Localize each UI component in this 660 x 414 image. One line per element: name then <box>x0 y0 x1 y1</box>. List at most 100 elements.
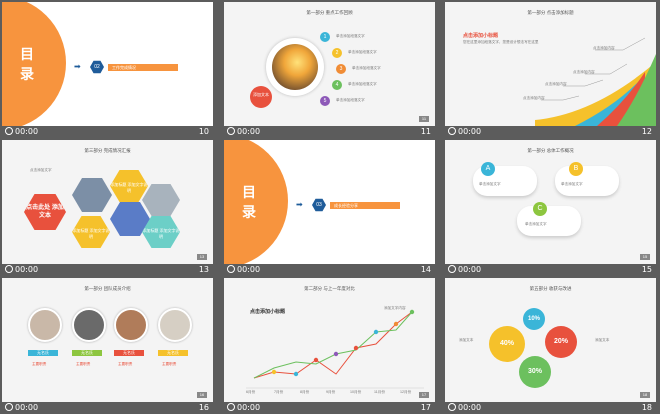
orange-half-circle <box>2 2 66 126</box>
point-label: 添加文字内容 <box>384 306 406 310</box>
thumb-12[interactable]: 第一部分 点击添加标题 点击添加小标题 您在这里添加段落文字，您是设计想法写在这… <box>445 2 656 138</box>
slide-number: 12 <box>641 127 652 136</box>
caption: 00:00 11 <box>224 126 435 138</box>
slide-number: 10 <box>198 127 209 136</box>
time-label: 00:00 <box>458 265 482 274</box>
slide-preview: 第五部分 收获与改进 10% 40% 20% 30% 添加文本 添加文本 18 <box>445 278 656 402</box>
thumb-14[interactable]: 目 录 ➡ 03 成长经验分享 00:00 14 <box>224 140 435 276</box>
slide-preview: 目 录 ➡ 03 成长经验分享 <box>224 140 435 264</box>
month-6: 6月份 <box>246 390 256 394</box>
point-5 <box>353 345 359 351</box>
toc-char-2: 录 <box>20 66 34 82</box>
slide-number: 18 <box>641 403 652 412</box>
toc-char-1: 目 <box>20 46 34 62</box>
growth-chart <box>535 37 656 126</box>
step-text-4: 单击添加段落文字 <box>348 82 377 86</box>
role-4: 主要职责 <box>162 362 177 366</box>
role-2: 主要职责 <box>76 362 91 366</box>
time-label: 00:00 <box>15 403 39 412</box>
sub-label: 点击添加文字 <box>30 168 52 172</box>
chart-label-1: 点击添加内容 <box>593 46 615 50</box>
slide-title: 第五部分 收获与改进 <box>529 286 572 291</box>
avatar-4 <box>158 308 192 342</box>
letter-c: C <box>533 202 547 216</box>
page-tag: 11 <box>419 116 429 122</box>
clock-icon <box>5 127 13 135</box>
slide-title: 第一部分 总体工作概况 <box>527 148 574 153</box>
circle-bottom: 30% <box>519 356 551 388</box>
photo-hexagon-1 <box>72 178 112 212</box>
letter-a: A <box>481 162 495 176</box>
name-pill-1: 无名氏 <box>28 350 58 356</box>
time-label: 00:00 <box>237 403 261 412</box>
chart-label-4: 点击添加内容 <box>523 96 545 100</box>
slide-preview: 第三部分 完成情况汇报 点击添加文字 点击此处 添加文本 添加标题 添加文字说明… <box>2 140 213 264</box>
line-chart <box>246 309 424 389</box>
cloud-card-c <box>517 206 581 236</box>
yellow-hexagon: 添加标题 添加文字说明 <box>110 170 148 202</box>
slide-number: 17 <box>420 403 431 412</box>
center-badge: 添加文本 <box>250 86 272 108</box>
avatar-1 <box>28 308 62 342</box>
step-text-3: 单击添加段落文字 <box>352 66 381 70</box>
step-circle-4: 4 <box>332 80 342 90</box>
series-red <box>253 311 413 379</box>
thumb-13[interactable]: 第三部分 完成情况汇报 点击添加文字 点击此处 添加文本 添加标题 添加文字说明… <box>2 140 213 276</box>
thumb-15[interactable]: 第一部分 总体工作概况 A B C 单击添加文字 单击添加文字 单击添加文字 1… <box>445 140 656 276</box>
step-circle-5: 5 <box>320 96 330 106</box>
name-pill-2: 无名氏 <box>72 350 102 356</box>
time-label: 00:00 <box>458 403 482 412</box>
point-3 <box>313 357 319 363</box>
caption: 00:00 10 <box>2 126 213 138</box>
role-1: 主要职责 <box>32 362 47 366</box>
avatar-2 <box>72 308 106 342</box>
thumb-16[interactable]: 第一部分 团队成员介绍 无名氏 无名氏 无名氏 无名氏 主要职责 主要职责 主要… <box>2 278 213 414</box>
series-green <box>253 311 413 379</box>
card-text-b: 单击添加文字 <box>561 182 583 186</box>
slide-title: 第三部分 完成情况汇报 <box>84 148 131 153</box>
time-label: 00:00 <box>15 127 39 136</box>
step-text-1: 单击添加段落文字 <box>336 34 365 38</box>
caption: 00:00 12 <box>445 126 656 138</box>
caption: 00:00 16 <box>2 402 213 414</box>
point-6 <box>373 329 379 335</box>
slide-number: 15 <box>641 265 652 274</box>
month-11: 11月份 <box>374 390 385 394</box>
point-8 <box>409 309 415 315</box>
red-hexagon: 点击此处 添加文本 <box>24 194 66 230</box>
leader-line-4 <box>541 95 580 101</box>
month-7: 7月份 <box>274 390 284 394</box>
thumb-17[interactable]: 第二部分 与上一年度对比 点击添加小标题 6月份 7月份 8月份 9月份 10月… <box>224 278 435 414</box>
clock-icon <box>448 127 456 135</box>
point-4 <box>333 351 339 357</box>
letter-b: B <box>569 162 583 176</box>
side-text-left: 添加文本 <box>459 338 474 342</box>
time-label: 00:00 <box>237 265 261 274</box>
thumb-11[interactable]: 第一部分 重点工作回顾 添加文本 1 2 3 4 5 单击添加段落文字 单击添加… <box>224 2 435 138</box>
page-tag: 15 <box>640 254 650 260</box>
slide-preview: 第一部分 重点工作回顾 添加文本 1 2 3 4 5 单击添加段落文字 单击添加… <box>224 2 435 126</box>
page-tag: 18 <box>640 392 650 398</box>
thumb-18[interactable]: 第五部分 收获与改进 10% 40% 20% 30% 添加文本 添加文本 18 … <box>445 278 656 414</box>
caption: 00:00 15 <box>445 264 656 276</box>
page-tag: 13 <box>197 254 207 260</box>
cloud-card-b <box>555 166 619 196</box>
toc-char-1: 目 <box>242 184 256 200</box>
orange-half-circle <box>224 140 288 264</box>
clock-icon <box>5 265 13 273</box>
month-12: 12月份 <box>400 390 412 394</box>
caption: 00:00 14 <box>224 264 435 276</box>
slide-number: 13 <box>198 265 209 274</box>
thumb-10[interactable]: 目 录 ➡ 02 工作完成情况 00:00 10 <box>2 2 213 138</box>
slide-title: 第一部分 重点工作回顾 <box>306 10 353 15</box>
month-8: 8月份 <box>300 390 310 394</box>
time-label: 00:00 <box>15 265 39 274</box>
step-circle-2: 2 <box>332 48 342 58</box>
month-10: 10月份 <box>350 390 362 394</box>
slide-preview: 目 录 ➡ 02 工作完成情况 <box>2 2 213 126</box>
clock-icon <box>227 265 235 273</box>
step-text-2: 单击添加段落文字 <box>348 50 377 54</box>
arrow-right-icon: ➡ <box>74 62 81 71</box>
toc-char-2: 录 <box>242 204 256 220</box>
arrow-right-icon: ➡ <box>296 200 303 209</box>
